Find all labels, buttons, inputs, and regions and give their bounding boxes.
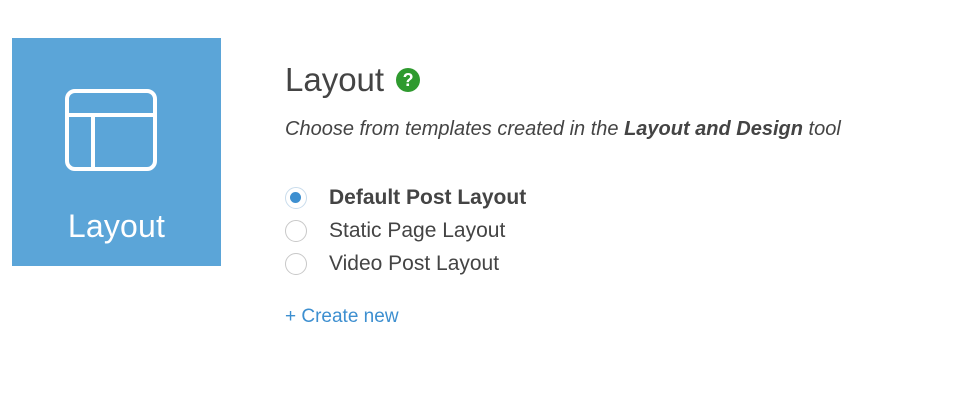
layout-options-list: Default Post Layout Static Page Layout V… — [285, 181, 965, 280]
subtitle-emphasis: Layout and Design — [624, 118, 803, 140]
radio-button-checked[interactable] — [285, 186, 307, 209]
create-new-link[interactable]: + Create new — [285, 306, 399, 328]
layout-option-label: Video Post Layout — [329, 251, 500, 275]
question-mark-icon[interactable]: ? — [396, 68, 421, 92]
layout-content: Layout ? Choose from templates created i… — [285, 58, 965, 328]
layout-settings-panel: Layout Layout ? Choose from templates cr… — [0, 0, 980, 420]
layout-option-label: Static Page Layout — [329, 218, 506, 242]
layout-option-static-page[interactable]: Static Page Layout — [285, 214, 965, 247]
page-title: Layout — [285, 61, 385, 98]
layout-template-icon — [65, 89, 157, 171]
subtitle: Choose from templates created in the Lay… — [285, 118, 965, 141]
layout-option-video-post[interactable]: Video Post Layout — [285, 247, 965, 280]
subtitle-prefix: Choose from templates created in the — [285, 118, 625, 140]
layout-option-label: Default Post Layout — [329, 185, 527, 209]
layout-option-default-post[interactable]: Default Post Layout — [285, 181, 965, 214]
tile-label: Layout — [67, 208, 166, 244]
title-row: Layout ? — [285, 58, 965, 102]
layout-tile: Layout — [12, 38, 221, 266]
radio-button[interactable] — [285, 219, 307, 242]
radio-button[interactable] — [285, 252, 307, 275]
subtitle-suffix: tool — [802, 118, 841, 140]
